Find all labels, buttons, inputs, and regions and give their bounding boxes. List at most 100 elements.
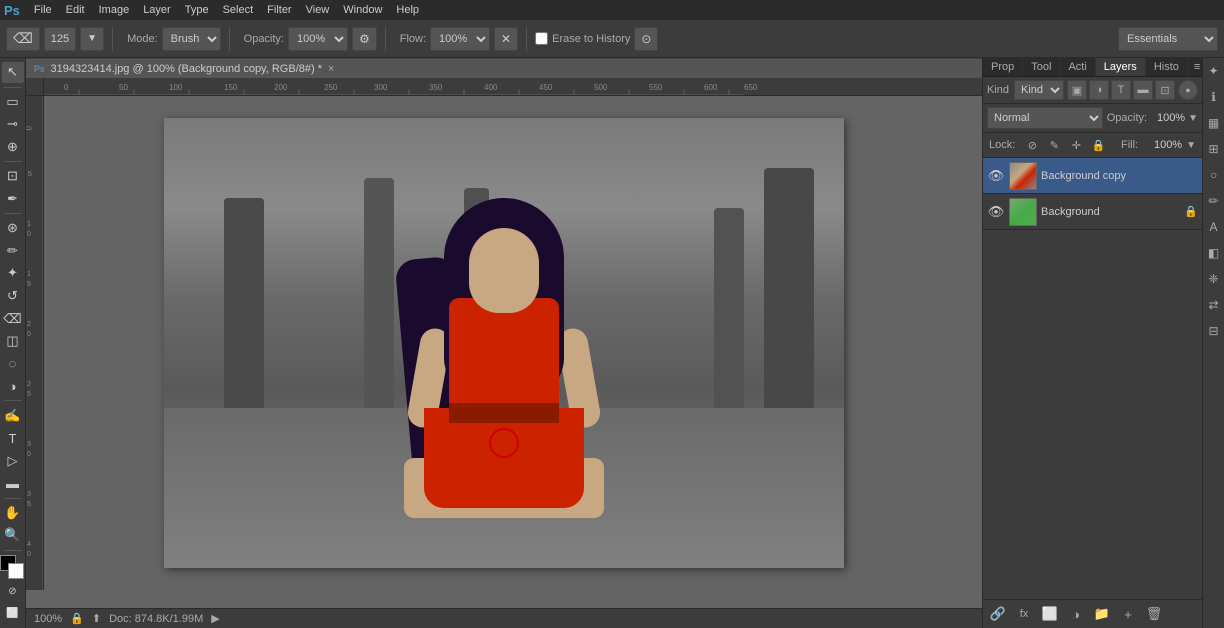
opacity-arrow[interactable]: ▼ (1188, 113, 1198, 124)
tab-tool[interactable]: Tool (1023, 58, 1060, 76)
filter-shape-icon[interactable]: ▬ (1133, 80, 1153, 100)
fill-arrow[interactable]: ▼ (1186, 140, 1196, 151)
lock-all-btn[interactable]: 🔒 (1089, 136, 1107, 154)
path-select-tool[interactable]: ▷ (2, 451, 24, 472)
tab-histo[interactable]: Histo (1146, 58, 1188, 76)
fill-value[interactable]: 100% (1142, 139, 1182, 151)
panel-tabs: Prop Tool Acti Layers Histo ≡ × (983, 58, 1202, 77)
quick-mask-tool[interactable]: ⊘ (2, 581, 24, 602)
sep2 (4, 161, 22, 162)
eraser-tool[interactable]: ⌫ (2, 308, 24, 329)
tab-prop[interactable]: Prop (983, 58, 1023, 76)
menu-help[interactable]: Help (390, 3, 425, 17)
doc-close-btn[interactable]: × (328, 63, 334, 75)
crop-tool[interactable]: ⊡ (2, 166, 24, 187)
svg-text:0: 0 (27, 451, 31, 458)
panel-arrow-icon[interactable]: ⇄ (1205, 296, 1223, 314)
quick-select-tool[interactable]: ⊕ (2, 137, 24, 158)
menu-select[interactable]: Select (217, 3, 260, 17)
layer-vis-bg-copy[interactable]: 👁 (987, 167, 1005, 185)
filter-smart-icon[interactable]: ⊡ (1155, 80, 1175, 100)
brush-preset-btn[interactable]: ▼ (80, 27, 104, 51)
healing-brush-tool[interactable]: ⊛ (2, 218, 24, 239)
flow-icon-btn[interactable]: ✕ (494, 27, 518, 51)
panel-text-icon[interactable]: A (1205, 218, 1223, 236)
layer-item-bg-copy[interactable]: 👁 Background copy (983, 158, 1202, 194)
filter-toggle[interactable]: ● (1178, 80, 1198, 100)
panel-star-icon[interactable]: ✦ (1205, 62, 1223, 80)
mask-btn[interactable]: ⬜ (1039, 603, 1061, 625)
menu-type[interactable]: Type (179, 3, 215, 17)
history-brush-tool[interactable]: ↺ (2, 286, 24, 307)
svg-text:3: 3 (27, 491, 31, 498)
dodge-tool[interactable]: ◑ (2, 376, 24, 397)
menu-view[interactable]: View (300, 3, 336, 17)
blur-tool[interactable]: ◌ (2, 353, 24, 374)
menu-window[interactable]: Window (337, 3, 388, 17)
lock-position-btn[interactable]: ✎ (1045, 136, 1063, 154)
progress-btn[interactable]: ▶ (211, 612, 219, 625)
group-btn[interactable]: 📁 (1091, 603, 1113, 625)
filter-type-dropdown[interactable]: Kind (1014, 80, 1064, 100)
panel-brush-icon[interactable]: ✏ (1205, 192, 1223, 210)
essentials-dropdown[interactable]: Essentials (1118, 27, 1218, 51)
move-tool[interactable]: ↖ (2, 62, 24, 83)
tab-acti[interactable]: Acti (1060, 58, 1095, 76)
canvas-content[interactable] (44, 96, 964, 590)
opacity-value[interactable]: 100% (1150, 112, 1185, 124)
eyedropper-tool[interactable]: ✒ (2, 189, 24, 210)
layers-panel: Prop Tool Acti Layers Histo ≡ × Kind Kin… (982, 58, 1202, 628)
layer-item-bg[interactable]: 👁 Background 🔒 (983, 194, 1202, 230)
filter-adj-icon[interactable]: ◑ (1089, 80, 1109, 100)
brush-tool[interactable]: ✏ (2, 241, 24, 262)
flow-dropdown[interactable]: 100% (430, 27, 490, 51)
gradient-tool[interactable]: ◫ (2, 331, 24, 352)
panel-grid2-icon[interactable]: ⊟ (1205, 322, 1223, 340)
screen-mode-tool[interactable]: ⬜ (2, 603, 24, 624)
delete-layer-btn[interactable]: 🗑 (1143, 603, 1165, 625)
layer-name-bg-copy: Background copy (1041, 170, 1198, 182)
erase-to-history-label[interactable]: Erase to History (535, 32, 630, 45)
background-color[interactable] (8, 563, 24, 579)
panel-grid-icon[interactable]: ⊞ (1205, 140, 1223, 158)
lock-pixels-btn[interactable]: ⊘ (1023, 136, 1041, 154)
menu-edit[interactable]: Edit (60, 3, 91, 17)
filter-pixel-icon[interactable]: ▣ (1067, 80, 1087, 100)
brush-size-btn[interactable]: 125 (44, 27, 76, 51)
shape-tool[interactable]: ▬ (2, 473, 24, 494)
link-layers-btn[interactable]: 🔗 (987, 603, 1009, 625)
clone-stamp-tool[interactable]: ✦ (2, 263, 24, 284)
lock-move-btn[interactable]: ✛ (1067, 136, 1085, 154)
erase-to-history-checkbox[interactable] (535, 32, 548, 45)
layer-vis-bg[interactable]: 👁 (987, 203, 1005, 221)
adjustment-btn[interactable]: ◑ (1065, 603, 1087, 625)
blend-mode-dropdown[interactable]: Normal (987, 107, 1103, 129)
panel-clone-icon[interactable]: ❈ (1205, 270, 1223, 288)
pen-tool[interactable]: ✍ (2, 405, 24, 426)
hand-tool[interactable]: ✋ (2, 503, 24, 524)
menu-layer[interactable]: Layer (137, 3, 177, 17)
panel-info-icon[interactable]: ℹ (1205, 88, 1223, 106)
opacity-dropdown[interactable]: 100% (288, 27, 348, 51)
menu-file[interactable]: File (28, 3, 58, 17)
menu-image[interactable]: Image (93, 3, 136, 17)
fx-btn[interactable]: fx (1013, 603, 1035, 625)
marquee-tool[interactable]: ▭ (2, 91, 24, 112)
spray-icon-btn[interactable]: ⊙ (634, 27, 658, 51)
document-canvas[interactable] (164, 118, 844, 568)
mode-dropdown[interactable]: Brush (162, 27, 221, 51)
filter-type-icon[interactable]: T (1111, 80, 1131, 100)
panel-circle-icon[interactable]: ○ (1205, 166, 1223, 184)
lasso-tool[interactable]: ⊸ (2, 114, 24, 135)
new-layer-btn[interactable]: + (1117, 603, 1139, 625)
zoom-tool[interactable]: 🔍 (2, 525, 24, 546)
menu-filter[interactable]: Filter (261, 3, 297, 17)
eraser-tool-btn[interactable]: ⌫ (6, 27, 40, 51)
tab-layers[interactable]: Layers (1096, 58, 1146, 76)
panel-adjust-icon[interactable]: ◧ (1205, 244, 1223, 262)
subject-figure (384, 198, 624, 518)
panel-histogram-icon[interactable]: ▦ (1205, 114, 1223, 132)
opacity-icon-btn[interactable]: ⚙ (352, 27, 377, 51)
type-tool[interactable]: T (2, 428, 24, 449)
color-swatches[interactable] (0, 555, 26, 579)
